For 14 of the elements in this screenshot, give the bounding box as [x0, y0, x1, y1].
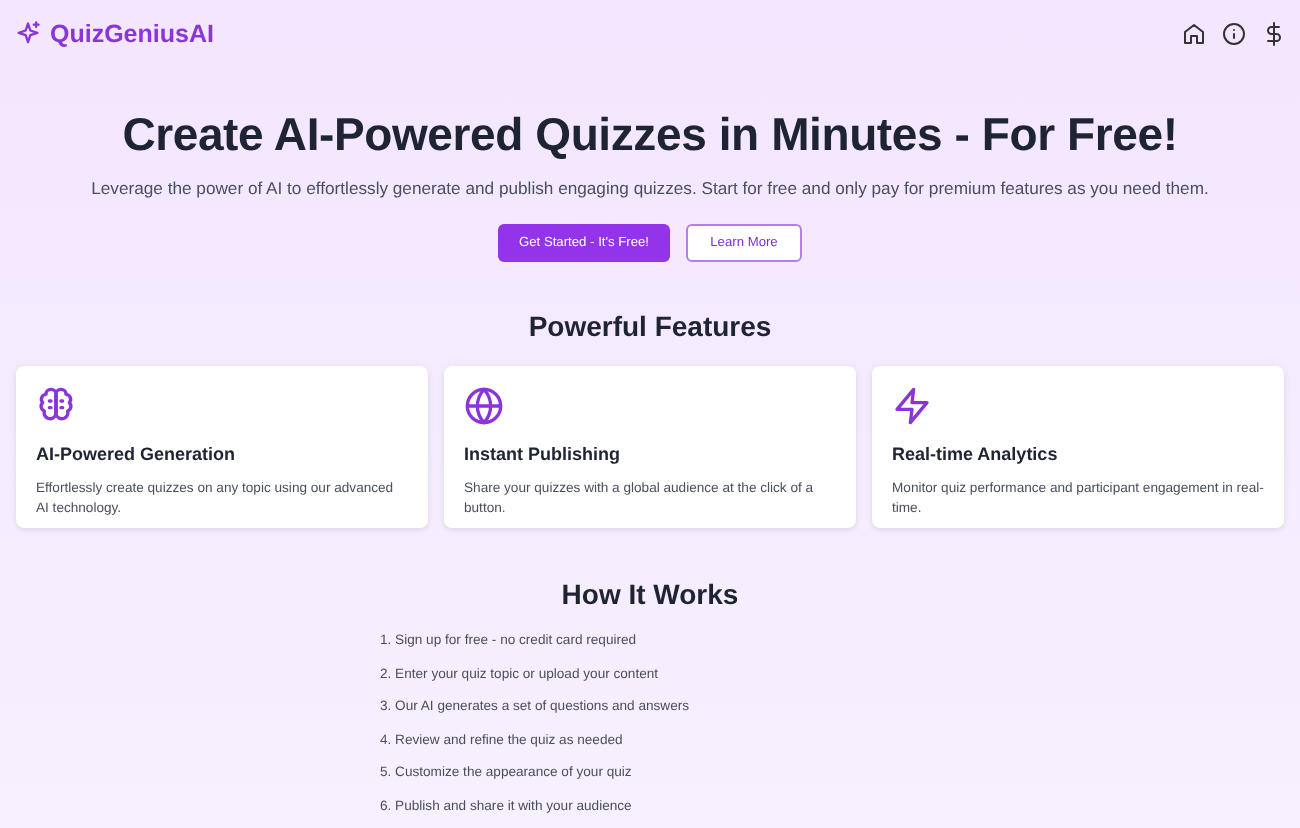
- dollar-icon[interactable]: [1262, 22, 1286, 46]
- feature-title: Instant Publishing: [464, 442, 622, 469]
- home-icon[interactable]: [1182, 22, 1206, 46]
- sparkle-icon: [14, 20, 42, 48]
- feature-title: Real-time Analytics: [892, 442, 1060, 469]
- brand-logo[interactable]: QuizGeniusAI: [50, 15, 214, 53]
- globe-icon: [464, 386, 504, 427]
- hero-title: Create AI-Powered Quizzes in Minutes - For Free!: [120, 108, 1180, 164]
- feature-title: AI-Powered Generation: [36, 442, 238, 469]
- section-title: Powerful Features: [526, 310, 774, 345]
- hero-subtitle: Leverage the power of AI to effortlessly generate and publish engaging quizzes. Start for free and only pay for premium features as you need them.: [89, 175, 1211, 201]
- section-title: How It Works: [559, 578, 741, 613]
- lightning-icon: [892, 386, 932, 427]
- info-icon[interactable]: [1222, 22, 1246, 46]
